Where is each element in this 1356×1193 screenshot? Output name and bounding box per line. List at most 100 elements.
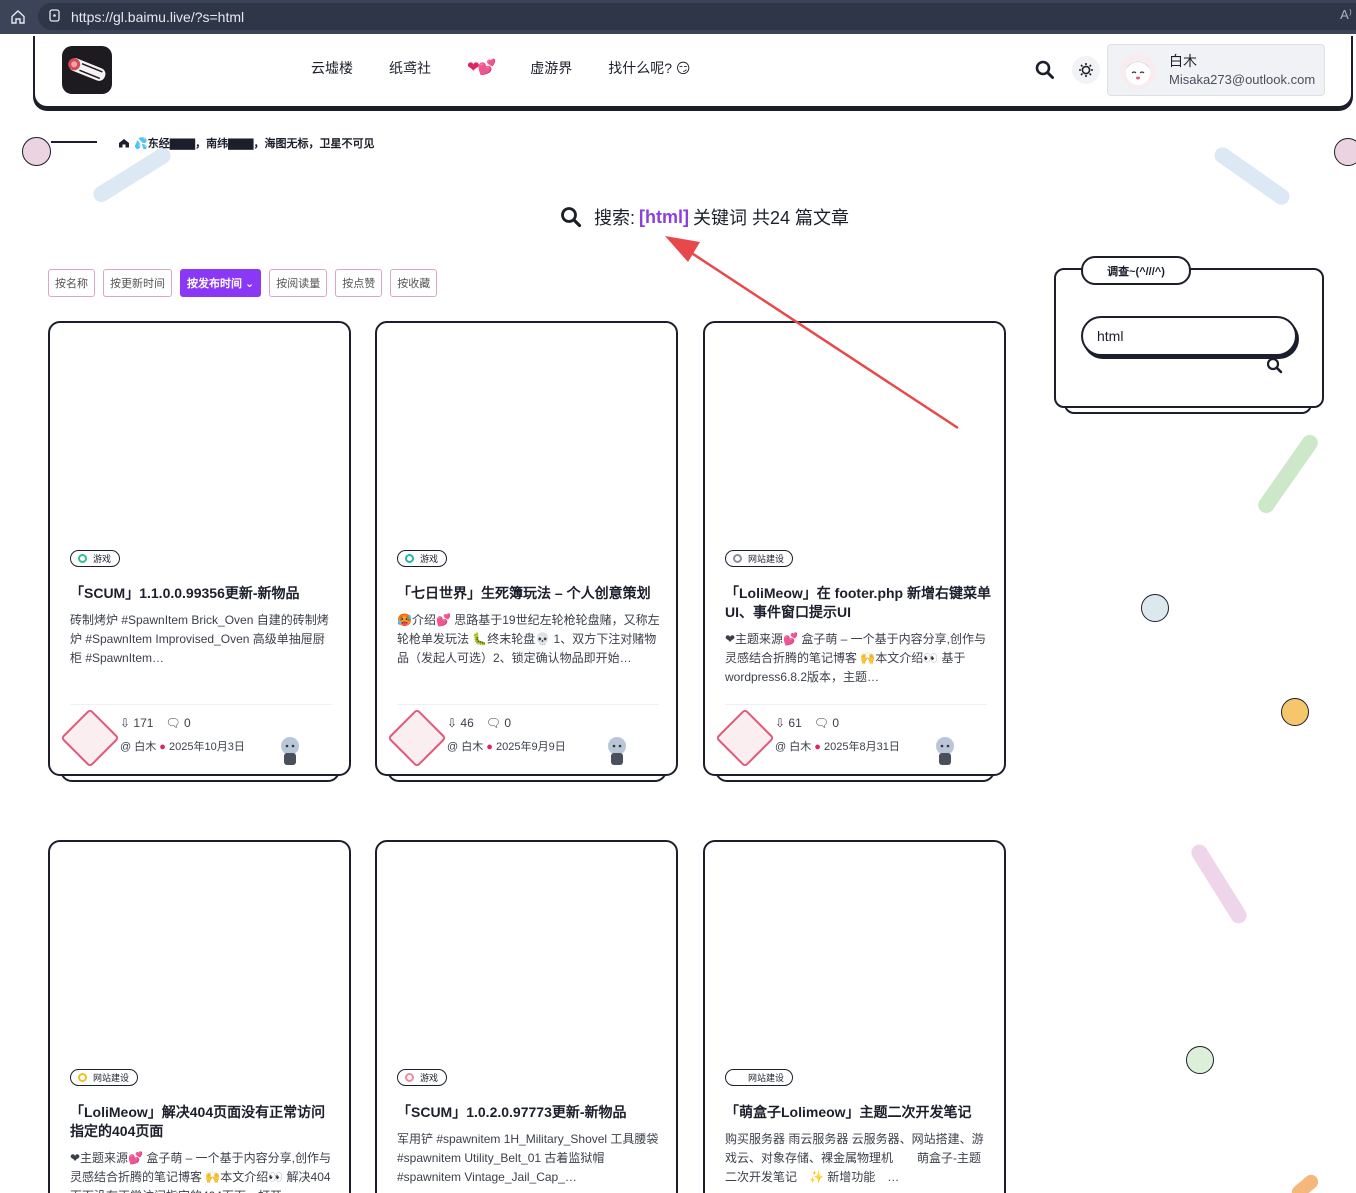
post-title[interactable]: 「LoliMeow」解决404页面没有正常访问指定的404页面 bbox=[70, 1103, 336, 1141]
post-title[interactable]: 「LoliMeow」在 footer.php 新增右键菜单UI、事件窗口提示UI bbox=[725, 584, 991, 622]
category-tag[interactable]: 网站建设 bbox=[725, 550, 794, 567]
sort-by-views-button[interactable]: 按阅读量 bbox=[269, 269, 328, 297]
post-date: 2025年8月31日 bbox=[824, 741, 900, 753]
tag-dot-icon bbox=[78, 554, 87, 563]
main-nav: 云墟楼 纸鸢社 ❤💕 虚游界 找什么呢? 😏 bbox=[311, 58, 727, 78]
post-card[interactable]: 网站建设 「LoliMeow」解决404页面没有正常访问指定的404页面 ❤主题… bbox=[48, 840, 351, 1193]
search-summary: 关键词 共24 篇文章 bbox=[693, 208, 850, 228]
comments-stat: 🗨 0 bbox=[486, 716, 511, 730]
post-excerpt: ❤主题来源💕 盒子萌 – 一个基于内容分享,创作与灵感结合折腾的笔记博客 🙌本文… bbox=[70, 1151, 332, 1193]
author-avatar[interactable] bbox=[60, 708, 120, 768]
home-icon[interactable] bbox=[0, 0, 36, 34]
breadcrumb-circle bbox=[22, 137, 51, 166]
views-stat: ⇩ 46 bbox=[447, 716, 474, 730]
decoration-circle bbox=[1141, 594, 1169, 622]
post-card[interactable]: 游戏 「SCUM」1.1.0.0.99356更新-新物品 砖制烤炉 #Spawn… bbox=[48, 321, 351, 776]
post-card[interactable]: 游戏 「SCUM」1.0.2.0.97773更新-新物品 军用铲 #spawni… bbox=[375, 840, 678, 1193]
post-excerpt: 砖制烤炉 #SpawnItem Brick_Oven 自建的砖制烤炉 #Spaw… bbox=[70, 613, 329, 665]
views-icon: ⇩ bbox=[120, 716, 134, 730]
tag-dot-icon bbox=[733, 1073, 742, 1082]
post-card[interactable]: 网站建设 「萌盒子Lolimeow」主题二次开发笔记 购买服务器 雨云服务器 云… bbox=[703, 840, 1006, 1193]
separator-dot: ● bbox=[486, 741, 493, 753]
category-tag[interactable]: 游戏 bbox=[397, 1069, 448, 1086]
views-icon: ⇩ bbox=[447, 716, 461, 730]
decoration-orange-stick bbox=[1289, 1171, 1321, 1193]
sort-by-name-button[interactable]: 按名称 bbox=[48, 269, 95, 297]
post-title[interactable]: 「SCUM」1.1.0.0.99356更新-新物品 bbox=[70, 584, 336, 603]
post-date: 2025年9月9日 bbox=[496, 741, 566, 753]
post-meta: @ 白木 ● 2025年8月31日 bbox=[775, 741, 900, 753]
tag-dot-icon bbox=[78, 1073, 87, 1082]
decoration-circle bbox=[1186, 1046, 1214, 1074]
decoration-blue-stick bbox=[90, 144, 174, 206]
nav-item-search-what[interactable]: 找什么呢? 😏 bbox=[608, 58, 690, 78]
tag-label: 网站建设 bbox=[748, 554, 785, 564]
views-count: 46 bbox=[460, 716, 474, 730]
post-date: 2025年10月3日 bbox=[169, 741, 245, 753]
sort-by-published-button[interactable]: 按发布时间 ⌄ bbox=[180, 269, 262, 297]
sort-by-updated-button[interactable]: 按更新时间 bbox=[103, 269, 172, 297]
decoration-pink-stick bbox=[1188, 841, 1250, 927]
sidebar-search-input[interactable] bbox=[1081, 316, 1297, 356]
post-author[interactable]: 白木 bbox=[134, 741, 156, 753]
post-card[interactable]: 网站建设 「LoliMeow」在 footer.php 新增右键菜单UI、事件窗… bbox=[703, 321, 1006, 776]
search-icon[interactable] bbox=[1035, 60, 1055, 85]
sort-bar: 按名称 按更新时间 按发布时间 ⌄ 按阅读量 按点赞 按收藏 bbox=[48, 269, 445, 297]
divider bbox=[397, 704, 659, 705]
address-bar[interactable]: https://gl.baimu.live/?s=html bbox=[38, 3, 1356, 30]
tag-label: 游戏 bbox=[93, 554, 112, 564]
user-profile[interactable]: 白木 Misaka273@outlook.com bbox=[1107, 44, 1325, 96]
comments-stat: 🗨 0 bbox=[814, 716, 839, 730]
post-title[interactable]: 「七日世界」生死簿玩法 – 个人创意策划 bbox=[397, 584, 663, 603]
category-tag[interactable]: 游戏 bbox=[70, 550, 121, 567]
nav-item-yunxulou[interactable]: 云墟楼 bbox=[311, 58, 353, 78]
post-title[interactable]: 「SCUM」1.0.2.0.97773更新-新物品 bbox=[397, 1103, 663, 1122]
post-stats: ⇩ 61 🗨 0 bbox=[775, 716, 839, 730]
author-avatar[interactable] bbox=[387, 708, 447, 768]
site-logo[interactable] bbox=[62, 46, 112, 94]
views-count: 61 bbox=[788, 716, 802, 730]
author-avatar[interactable] bbox=[715, 708, 775, 768]
search-result-title: 搜索: [html] 关键词 共24 篇文章 bbox=[560, 204, 849, 230]
tag-dot-icon bbox=[405, 1073, 414, 1082]
browser-toolbar: https://gl.baimu.live/?s=html A⁾ bbox=[0, 0, 1356, 34]
nav-item-hearts[interactable]: ❤💕 bbox=[467, 58, 496, 78]
post-title[interactable]: 「萌盒子Lolimeow」主题二次开发笔记 bbox=[725, 1103, 991, 1122]
views-stat: ⇩ 171 bbox=[120, 716, 153, 730]
sort-by-likes-button[interactable]: 按点赞 bbox=[335, 269, 383, 297]
post-excerpt: 🥵介绍💕 思路基于19世纪左轮枪轮盘赌，又称左轮枪单发玩法 🐛终末轮盘💀 1、双… bbox=[397, 613, 660, 665]
decoration-blue-stick bbox=[1211, 144, 1293, 208]
separator-dot: ● bbox=[814, 741, 821, 753]
post-author[interactable]: 白木 bbox=[789, 741, 811, 753]
search-icon[interactable] bbox=[1266, 357, 1284, 380]
site-header: 云墟楼 纸鸢社 ❤💕 虚游界 找什么呢? 😏 白木 Misaka273@outl… bbox=[33, 36, 1353, 108]
post-card[interactable]: 游戏 「七日世界」生死簿玩法 – 个人创意策划 🥵介绍💕 思路基于19世纪左轮枪… bbox=[375, 321, 678, 776]
comment-icon: 🗨 bbox=[813, 716, 833, 730]
chibi-mascot-icon bbox=[936, 737, 954, 765]
nav-item-zhiyuanshe[interactable]: 纸鸢社 bbox=[389, 58, 431, 78]
lock-icon bbox=[48, 8, 61, 25]
post-author[interactable]: 白木 bbox=[461, 741, 483, 753]
url-text: https://gl.baimu.live/?s=html bbox=[71, 8, 245, 25]
post-meta: @ 白木 ● 2025年9月9日 bbox=[447, 741, 566, 753]
read-aloud-icon[interactable]: A⁾ bbox=[1340, 7, 1352, 23]
nav-item-xuyoujie[interactable]: 虚游界 bbox=[530, 58, 572, 78]
comments-count: 0 bbox=[184, 716, 191, 730]
home-icon[interactable] bbox=[118, 138, 130, 148]
divider bbox=[70, 704, 332, 705]
views-count: 171 bbox=[133, 716, 154, 730]
post-excerpt: ❤主题来源💕 盒子萌 – 一个基于内容分享,创作与灵感结合折腾的笔记博客 🙌本文… bbox=[725, 632, 987, 684]
widget-title: 调查~(^///^) bbox=[1081, 256, 1191, 285]
category-tag[interactable]: 网站建设 bbox=[725, 1069, 794, 1086]
comments-count: 0 bbox=[832, 716, 840, 730]
search-icon bbox=[561, 207, 582, 228]
post-excerpt: 军用铲 #spawnitem 1H_Military_Shovel 工具腰袋 #… bbox=[397, 1132, 659, 1184]
comments-stat: 🗨 0 bbox=[165, 716, 190, 730]
views-stat: ⇩ 61 bbox=[775, 716, 802, 730]
theme-toggle-icon[interactable] bbox=[1072, 56, 1100, 84]
tag-dot-icon bbox=[733, 554, 742, 563]
category-tag[interactable]: 网站建设 bbox=[70, 1069, 139, 1086]
sort-by-favorites-button[interactable]: 按收藏 bbox=[390, 269, 438, 297]
category-tag[interactable]: 游戏 bbox=[397, 550, 448, 567]
chibi-mascot-icon bbox=[608, 737, 626, 765]
